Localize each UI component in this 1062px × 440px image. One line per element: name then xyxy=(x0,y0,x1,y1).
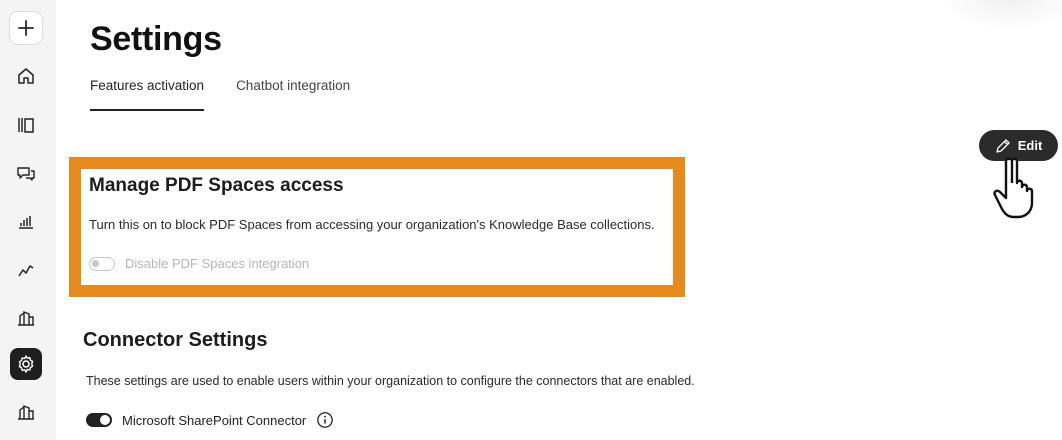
sidebar-item-chat[interactable] xyxy=(10,158,42,190)
plus-icon xyxy=(18,20,34,36)
tab-chatbot-integration[interactable]: Chatbot integration xyxy=(236,78,350,111)
tab-bar: Features activation Chatbot integration xyxy=(90,78,350,111)
sidebar-item-settings[interactable] xyxy=(10,348,42,380)
sidebar-item-organization[interactable] xyxy=(10,302,42,334)
home-icon xyxy=(18,68,34,84)
disable-pdf-spaces-row: Disable PDF Spaces integration xyxy=(89,256,309,271)
tab-features-activation[interactable]: Features activation xyxy=(90,78,205,111)
library-icon xyxy=(18,118,34,133)
sidebar xyxy=(0,0,56,440)
connector-settings-description: These settings are used to enable users … xyxy=(86,374,695,388)
manage-pdf-description: Turn this on to block PDF Spaces from ac… xyxy=(89,217,655,232)
sidebar-item-trends[interactable] xyxy=(10,254,42,286)
hand-cursor-icon xyxy=(993,157,1034,219)
info-icon[interactable] xyxy=(316,411,334,429)
sidebar-item-home[interactable] xyxy=(10,60,42,92)
sidebar-item-analytics[interactable] xyxy=(10,206,42,238)
disable-pdf-spaces-label: Disable PDF Spaces integration xyxy=(125,256,310,271)
page-title: Settings xyxy=(90,20,222,58)
sharepoint-connector-label: Microsoft SharePoint Connector xyxy=(122,412,307,428)
buildings-icon xyxy=(18,404,34,420)
manage-pdf-title: Manage PDF Spaces access xyxy=(89,175,344,196)
sharepoint-connector-toggle[interactable] xyxy=(86,413,112,427)
bar-chart-icon xyxy=(19,216,33,229)
edit-button-label: Edit xyxy=(1017,138,1043,153)
sidebar-item-organization-2[interactable] xyxy=(10,396,42,428)
buildings-icon xyxy=(18,310,34,326)
pencil-icon xyxy=(996,138,1010,153)
sharepoint-connector-row: Microsoft SharePoint Connector xyxy=(86,411,334,429)
new-button[interactable] xyxy=(10,12,42,44)
connector-settings-title: Connector Settings xyxy=(83,329,268,351)
disable-pdf-spaces-toggle[interactable] xyxy=(89,256,115,271)
chat-icon xyxy=(17,167,35,181)
sidebar-item-library[interactable] xyxy=(10,109,42,141)
trend-icon xyxy=(18,265,34,277)
settings-icon xyxy=(18,355,34,373)
